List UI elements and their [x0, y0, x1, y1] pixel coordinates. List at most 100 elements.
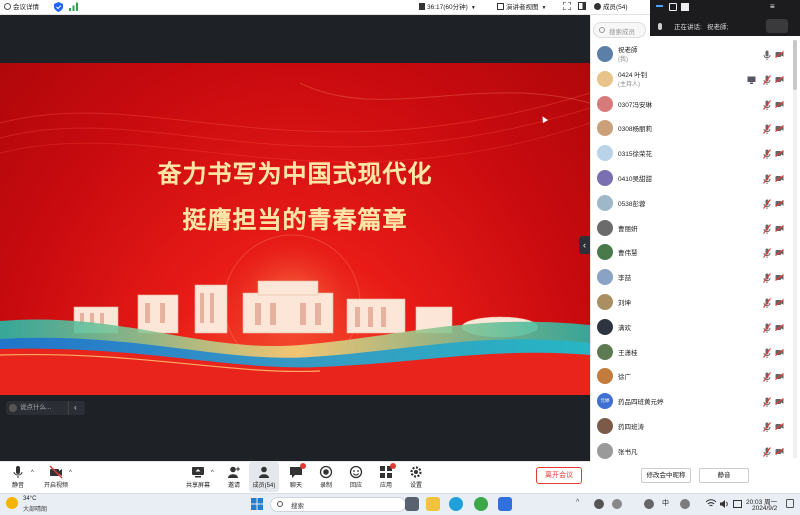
- member-row[interactable]: 徐广: [590, 364, 785, 389]
- tray-app-icon[interactable]: [644, 499, 654, 509]
- member-row[interactable]: 曹丽妍: [590, 216, 785, 241]
- camera-off-icon[interactable]: [775, 125, 784, 133]
- edge-icon[interactable]: [449, 497, 463, 511]
- meeting-app-icon[interactable]: [498, 497, 512, 511]
- ime-indicator[interactable]: 中: [662, 498, 669, 508]
- microphone-muted-icon[interactable]: [763, 124, 771, 135]
- chat-input[interactable]: 说点什么... ‹: [6, 401, 85, 415]
- camera-off-icon[interactable]: [775, 51, 784, 58]
- taskbar-search[interactable]: 搜索: [270, 497, 406, 512]
- chevron-up-icon[interactable]: ^: [69, 470, 72, 476]
- collapse-panel-button[interactable]: ‹: [579, 236, 590, 254]
- tray-app-icon[interactable]: [680, 499, 690, 509]
- windows-start-icon[interactable]: [251, 498, 263, 510]
- camera-off-icon[interactable]: [775, 150, 784, 158]
- settings-button[interactable]: 设置: [401, 462, 431, 492]
- camera-off-icon[interactable]: [775, 100, 784, 108]
- minimize-icon[interactable]: [656, 5, 663, 7]
- camera-off-icon[interactable]: [775, 323, 784, 331]
- members-scrollbar[interactable]: [793, 40, 797, 458]
- camera-off-icon[interactable]: [775, 274, 784, 282]
- rename-button[interactable]: 修改会中昵称: [641, 468, 691, 483]
- member-row[interactable]: 0308杨丽莉: [590, 116, 785, 141]
- signal-icon[interactable]: [69, 2, 78, 13]
- member-row[interactable]: 刘坤: [590, 290, 785, 315]
- microphone-muted-icon[interactable]: [763, 347, 771, 358]
- member-row[interactable]: 0424 叶钊 (主持人): [590, 67, 785, 92]
- mute-button[interactable]: 静音: [3, 462, 33, 492]
- timer[interactable]: 36:17(60分钟) ▼: [419, 2, 476, 13]
- member-row[interactable]: 张书凡: [590, 439, 785, 464]
- microphone-muted-icon[interactable]: [763, 74, 771, 85]
- battery-icon[interactable]: [733, 500, 742, 508]
- browser-icon[interactable]: [474, 497, 488, 511]
- microphone-muted-icon[interactable]: [763, 99, 771, 110]
- video-button[interactable]: 开启视频: [41, 462, 71, 492]
- notification-icon[interactable]: [786, 499, 794, 508]
- weather-icon[interactable]: [6, 497, 18, 509]
- mute-all-button[interactable]: 静音: [699, 468, 749, 483]
- microphone-muted-icon[interactable]: [763, 223, 771, 234]
- leave-meeting-button[interactable]: 离开会议: [536, 467, 582, 484]
- member-row[interactable]: 祝老師 (我): [590, 42, 785, 67]
- emoji-icon[interactable]: [9, 404, 17, 412]
- wifi-icon[interactable]: [705, 499, 717, 508]
- member-row[interactable]: 0410吴甜甜: [590, 166, 785, 191]
- microphone-muted-icon[interactable]: [763, 446, 771, 457]
- chat-bubble-icon[interactable]: [766, 19, 788, 33]
- camera-off-icon[interactable]: [775, 447, 784, 455]
- member-row[interactable]: 0315徐荣花: [590, 141, 785, 166]
- camera-off-icon[interactable]: [775, 373, 784, 381]
- camera-off-icon[interactable]: [775, 249, 784, 257]
- chevron-left-icon[interactable]: ‹: [74, 402, 77, 414]
- menu-icon[interactable]: ≡: [770, 3, 775, 11]
- speaker-icon[interactable]: [719, 499, 729, 509]
- window-icon[interactable]: [669, 3, 677, 11]
- temperature[interactable]: 34°C: [23, 496, 36, 502]
- member-row[interactable]: 曹伟慧: [590, 240, 785, 265]
- member-row[interactable]: 王潇桂: [590, 340, 785, 365]
- chevron-up-icon[interactable]: ^: [211, 470, 214, 476]
- microphone-muted-icon[interactable]: [763, 273, 771, 284]
- camera-off-icon[interactable]: [775, 75, 784, 83]
- chevron-up-icon[interactable]: ^: [576, 499, 579, 506]
- member-row[interactable]: 药四班涛: [590, 414, 785, 439]
- member-row[interactable]: 满欢: [590, 315, 785, 340]
- members-tab[interactable]: 成员(54): [594, 2, 628, 13]
- camera-off-icon[interactable]: [775, 423, 784, 430]
- microphone-muted-icon[interactable]: [763, 422, 771, 432]
- tray-app-icon[interactable]: [594, 499, 604, 509]
- meeting-info-button[interactable]: 会议详情: [4, 2, 39, 13]
- clock-date[interactable]: 2024/9/2: [752, 505, 777, 512]
- scrollbar-thumb[interactable]: [793, 40, 797, 90]
- camera-off-icon[interactable]: [775, 224, 784, 232]
- layout-icon[interactable]: [681, 3, 689, 11]
- microphone-muted-icon[interactable]: [763, 298, 771, 308]
- camera-off-icon[interactable]: [775, 299, 784, 306]
- microphone-muted-icon[interactable]: [763, 198, 771, 209]
- camera-off-icon[interactable]: [775, 348, 784, 356]
- microphone-muted-icon[interactable]: [763, 248, 771, 259]
- member-row[interactable]: 0538彭蓉: [590, 191, 785, 216]
- camera-off-icon[interactable]: [775, 398, 784, 406]
- fullscreen-icon[interactable]: [562, 1, 572, 13]
- microphone-muted-icon[interactable]: [763, 372, 771, 383]
- search-input[interactable]: 搜索成员: [593, 22, 646, 38]
- chevron-up-icon[interactable]: ^: [31, 470, 34, 476]
- microphone-muted-icon[interactable]: [763, 397, 771, 408]
- member-row[interactable]: 0307冯安琳: [590, 92, 785, 117]
- camera-off-icon[interactable]: [775, 199, 784, 207]
- tray-app-icon[interactable]: [612, 499, 622, 509]
- share-screen-button[interactable]: 共享屏幕: [183, 462, 213, 492]
- member-row[interactable]: 元婷 药品四班黄元婷: [590, 389, 785, 414]
- microphone-icon[interactable]: [763, 50, 771, 60]
- view-mode-dropdown[interactable]: 演讲者视图 ▼: [497, 2, 546, 13]
- shield-icon[interactable]: [54, 2, 63, 13]
- camera-off-icon[interactable]: [775, 175, 784, 182]
- microphone-muted-icon[interactable]: [763, 174, 771, 184]
- side-panel-icon[interactable]: [578, 2, 586, 13]
- microphone-muted-icon[interactable]: [763, 149, 771, 160]
- weather-text[interactable]: 大部晴朗: [23, 504, 47, 513]
- file-explorer-icon[interactable]: [426, 497, 440, 511]
- microphone-muted-icon[interactable]: [763, 322, 771, 333]
